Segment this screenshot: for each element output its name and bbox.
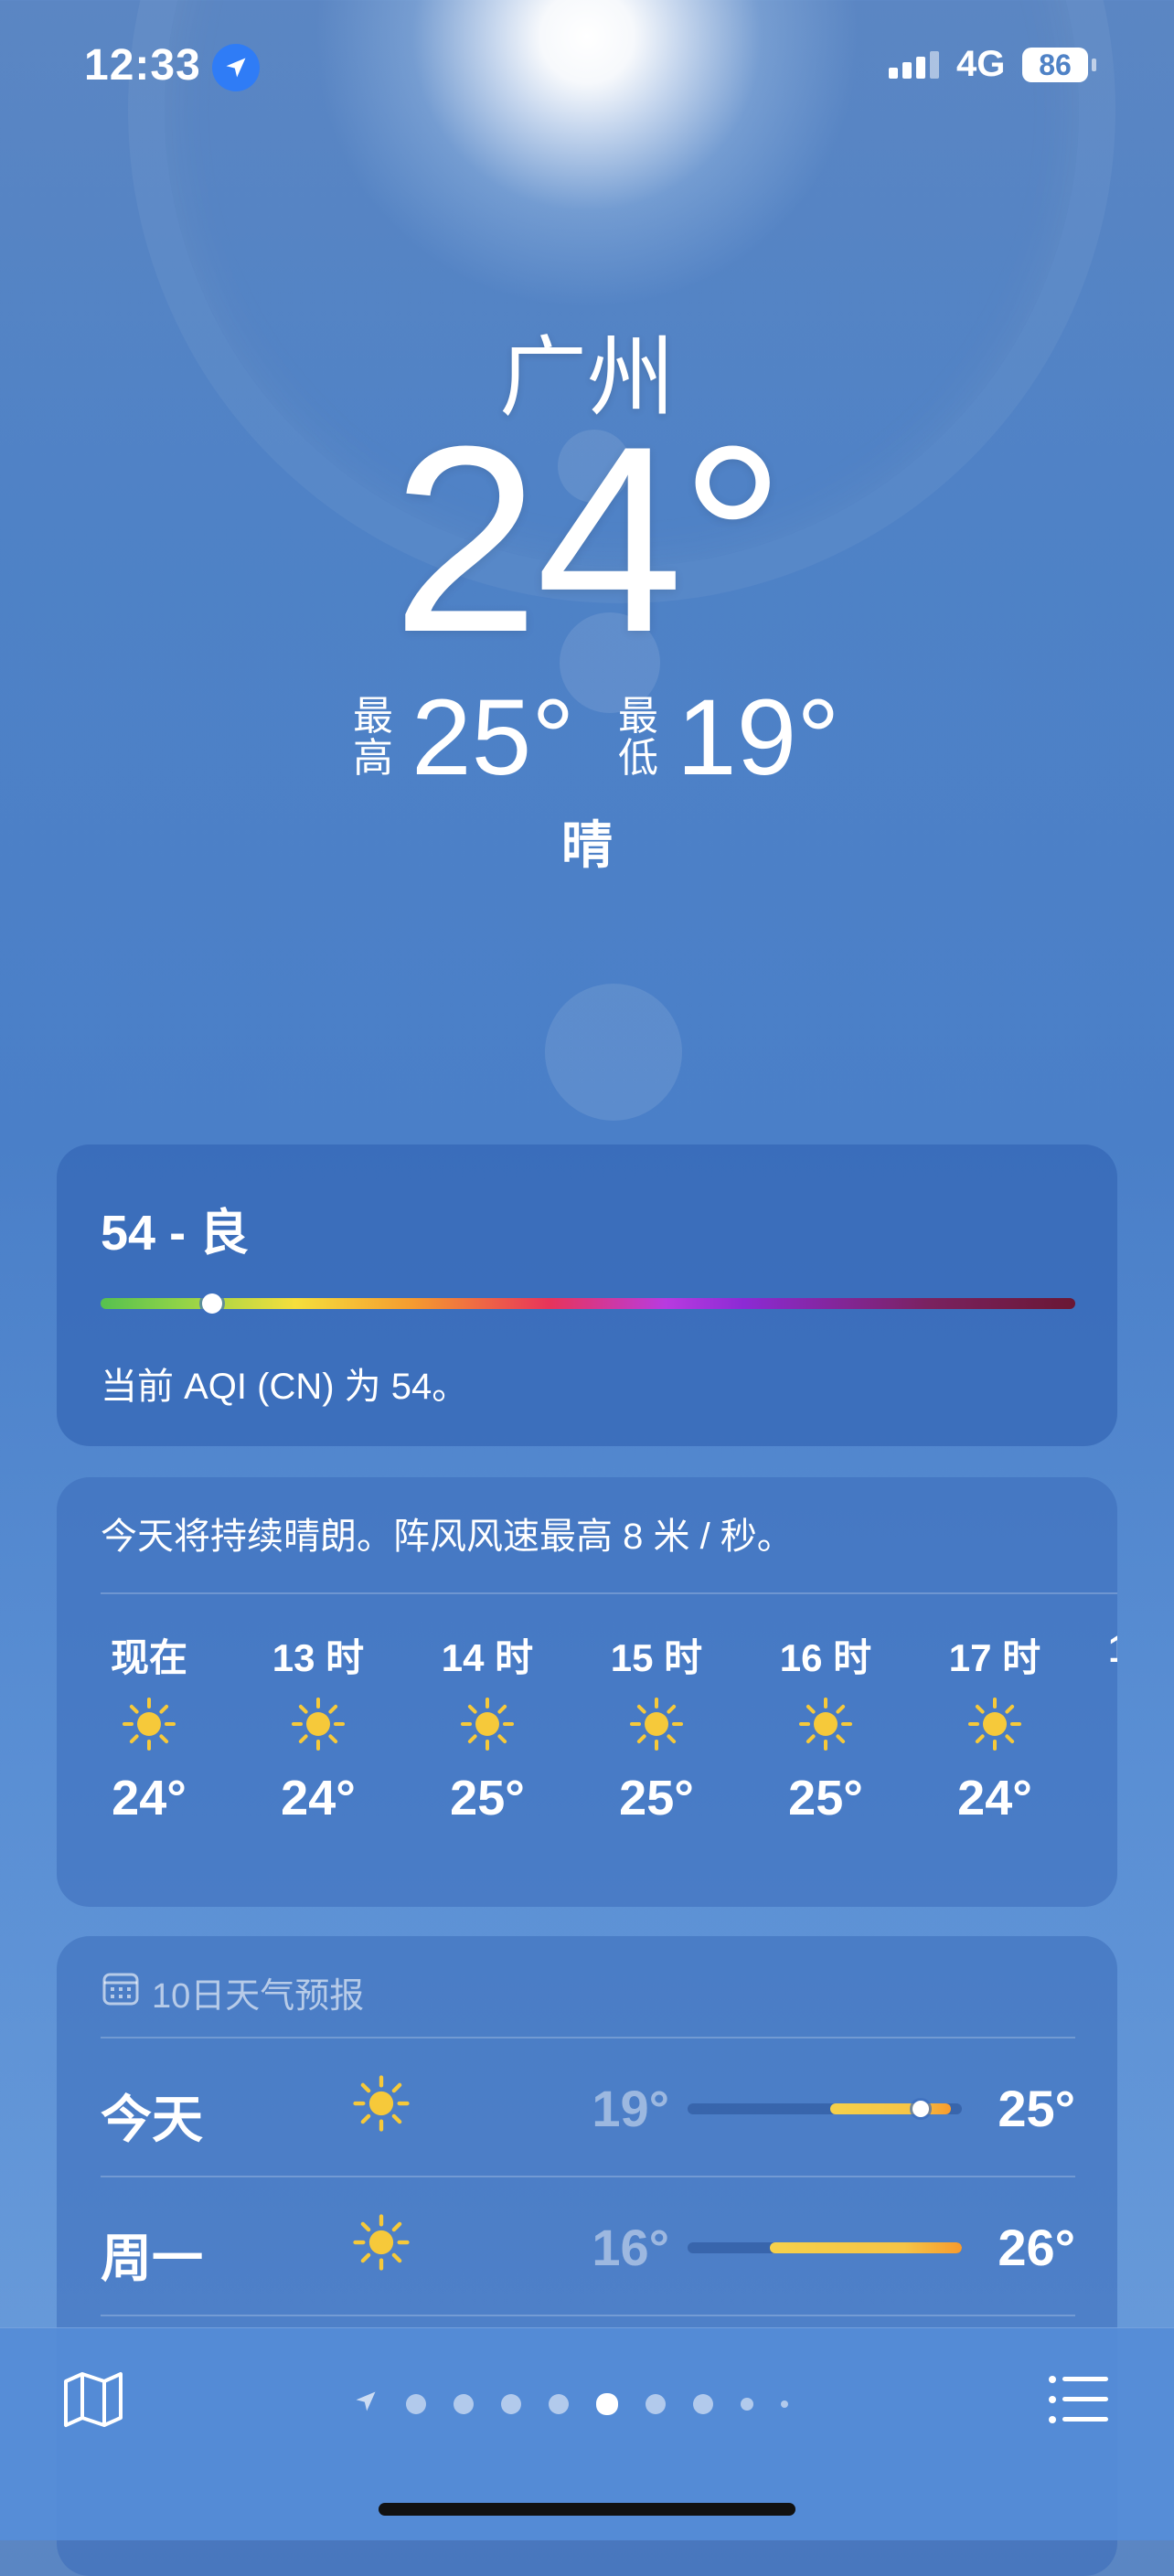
page-dot[interactable] bbox=[693, 2393, 713, 2414]
low-label-1: 最 bbox=[618, 694, 658, 739]
aqi-scale-bar bbox=[101, 1298, 1075, 1309]
page-dot[interactable] bbox=[646, 2393, 666, 2414]
page-dot[interactable] bbox=[549, 2393, 569, 2414]
aqi-indicator bbox=[202, 1293, 222, 1314]
location-arrow-icon bbox=[353, 2389, 379, 2419]
battery-tip bbox=[1092, 59, 1096, 71]
weather-condition: 晴 bbox=[561, 816, 613, 874]
location-arrow-icon bbox=[212, 44, 260, 91]
hour-label: 15 时 bbox=[610, 1636, 703, 1679]
sun-icon bbox=[349, 2071, 413, 2140]
home-indicator bbox=[379, 2503, 795, 2516]
current-temperature: 24° bbox=[391, 391, 786, 687]
day-high-temp: 26° bbox=[998, 2219, 1075, 2276]
high-value: 25° bbox=[411, 677, 575, 798]
high-label-2: 高 bbox=[353, 736, 393, 781]
page-dot-active[interactable] bbox=[596, 2392, 618, 2415]
sun-icon bbox=[437, 1678, 538, 1770]
hourly-forecast-card[interactable]: 今天将持续晴朗。阵风风速最高 8 米 / 秒。 现在 24° 13 时 24° … bbox=[57, 1477, 1117, 1907]
hour-label: 14 时 bbox=[441, 1636, 534, 1679]
divider bbox=[101, 2315, 1075, 2316]
hour-temperature: 25° bbox=[788, 1771, 863, 1826]
sun-icon bbox=[945, 1678, 1045, 1770]
temperature-range-fill bbox=[830, 2103, 951, 2114]
calendar-icon bbox=[102, 1971, 139, 2015]
page-dot[interactable] bbox=[406, 2393, 426, 2414]
aqi-title: 54 - 良 bbox=[101, 1206, 250, 1261]
hourly-summary: 今天将持续晴朗。阵风风速最高 8 米 / 秒。 bbox=[101, 1517, 794, 1557]
hour-label: 现在 bbox=[110, 1636, 187, 1679]
hourly-item: 14 时 25° bbox=[437, 1627, 538, 1826]
hourly-item: 13 时 24° bbox=[268, 1627, 368, 1826]
list-icon bbox=[1049, 2376, 1108, 2423]
temperature-range-fill bbox=[770, 2242, 962, 2253]
hourly-item: 15 时 25° bbox=[606, 1627, 707, 1826]
page-indicator[interactable] bbox=[353, 2389, 788, 2419]
sun-icon bbox=[775, 1678, 876, 1770]
sun-icon bbox=[606, 1678, 707, 1770]
map-button[interactable] bbox=[57, 2363, 130, 2436]
low-value: 19° bbox=[677, 677, 840, 798]
day-name: 今天 bbox=[101, 2091, 203, 2148]
map-icon bbox=[64, 2372, 123, 2427]
battery-icon: 86 bbox=[1022, 48, 1088, 82]
hour-temperature: 24° bbox=[281, 1771, 356, 1826]
hourly-item: 16 时 25° bbox=[775, 1627, 876, 1826]
status-time: 12:33 bbox=[84, 41, 201, 90]
forecast-row-monday[interactable]: 周一 16° 26° bbox=[57, 2176, 1117, 2313]
network-type: 4G bbox=[956, 44, 1006, 84]
hour-temperature: 24° bbox=[957, 1771, 1032, 1826]
page-dot[interactable] bbox=[741, 2397, 753, 2411]
battery-level: 86 bbox=[1039, 48, 1072, 81]
ten-day-header: 10日天气预报 bbox=[102, 1967, 364, 2017]
hour-temperature: 25° bbox=[619, 1771, 694, 1826]
hourly-item: 现在 24° bbox=[99, 1627, 199, 1826]
page-dot[interactable] bbox=[454, 2393, 474, 2414]
lens-flare bbox=[545, 984, 682, 1121]
forecast-row-today[interactable]: 今天 19° 25° bbox=[57, 2037, 1117, 2174]
city-list-button[interactable] bbox=[1042, 2363, 1115, 2436]
day-low-temp: 16° bbox=[592, 2219, 669, 2276]
low-temperature: 最低 19° bbox=[618, 677, 839, 798]
hour-label: 17 时 bbox=[948, 1636, 1041, 1679]
hour-label-peek: 1 bbox=[1108, 1627, 1117, 1671]
divider bbox=[101, 1592, 1117, 1594]
sun-icon bbox=[99, 1678, 199, 1770]
hour-temperature: 25° bbox=[450, 1771, 525, 1826]
hourly-item: 17 时 24° bbox=[945, 1627, 1045, 1826]
temperature-range-bar bbox=[688, 2242, 962, 2253]
page-dot[interactable] bbox=[501, 2393, 521, 2414]
day-low-temp: 19° bbox=[592, 2080, 669, 2137]
hour-label: 13 时 bbox=[272, 1636, 365, 1679]
sun-icon bbox=[268, 1678, 368, 1770]
aqi-description: 当前 AQI (CN) 为 54。 bbox=[101, 1367, 469, 1407]
page-dot[interactable] bbox=[781, 2400, 788, 2408]
low-label-2: 低 bbox=[618, 736, 658, 781]
cellular-signal-icon bbox=[889, 51, 939, 79]
day-high-temp: 25° bbox=[998, 2080, 1075, 2137]
current-temp-marker bbox=[913, 2101, 929, 2117]
air-quality-card[interactable]: 54 - 良 当前 AQI (CN) 为 54。 bbox=[57, 1144, 1117, 1446]
ten-day-title: 10日天气预报 bbox=[152, 1977, 365, 2016]
hour-label: 16 时 bbox=[779, 1636, 872, 1679]
hour-temperature: 24° bbox=[112, 1771, 187, 1826]
status-bar: 12:33 4G 86 bbox=[0, 0, 1174, 128]
high-label-1: 最 bbox=[353, 694, 393, 739]
sun-icon bbox=[349, 2210, 413, 2279]
divider bbox=[101, 2037, 1075, 2038]
day-name: 周一 bbox=[101, 2230, 203, 2287]
high-temperature: 最高 25° bbox=[353, 677, 574, 798]
divider bbox=[101, 2176, 1075, 2177]
